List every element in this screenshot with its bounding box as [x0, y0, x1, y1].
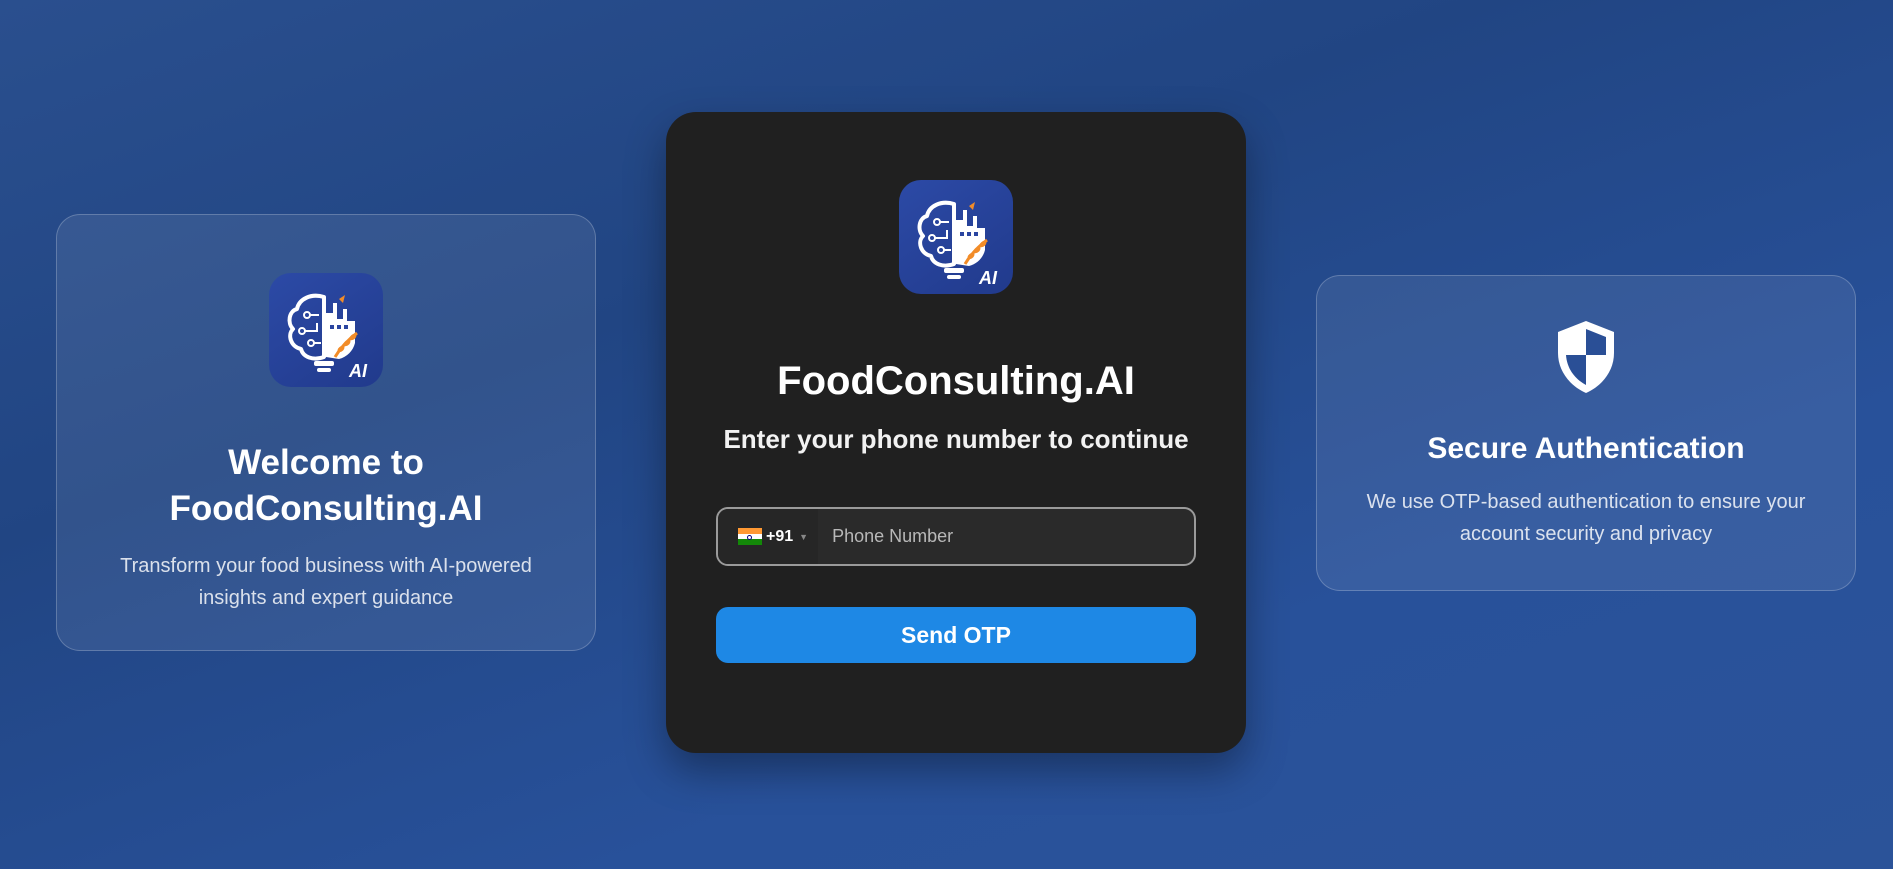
phone-number-input[interactable] [818, 508, 1194, 565]
welcome-description: Transform your food business with AI-pow… [120, 555, 532, 609]
security-card: Secure Authentication We use OTP-based a… [1316, 275, 1856, 591]
brain-factory-logo-icon: AI [917, 200, 998, 288]
app-logo-icon: AI [269, 273, 383, 387]
send-otp-button[interactable]: Send OTP [716, 607, 1196, 663]
dial-code: +91 [766, 527, 794, 545]
brain-factory-logo-icon: AI [287, 293, 368, 381]
login-subtitle: Enter your phone number to continue [723, 424, 1189, 454]
security-description: We use OTP-based authentication to ensur… [1366, 491, 1806, 545]
app-logo-icon: AI [899, 180, 1013, 294]
welcome-card: AI Welcome to FoodConsulting.AI Transfor… [56, 214, 596, 651]
india-flag-icon [738, 528, 762, 546]
welcome-title-line1: Welcome to [228, 443, 424, 482]
chevron-down-icon: ▼ [799, 531, 809, 542]
shield-icon [1555, 319, 1617, 400]
logo-ai-badge: AI [978, 268, 998, 288]
welcome-title: Welcome to FoodConsulting.AI [57, 440, 595, 532]
login-card: AI FoodConsulting.AI Enter your phone nu… [666, 112, 1246, 753]
phone-field: +91 ▼ [716, 507, 1196, 566]
welcome-title-line2: FoodConsulting.AI [169, 489, 483, 528]
app-title: FoodConsulting.AI [777, 359, 1135, 403]
country-code-select[interactable]: +91 ▼ [718, 509, 819, 564]
logo-ai-badge: AI [348, 361, 368, 381]
security-title: Secure Authentication [1427, 432, 1745, 465]
